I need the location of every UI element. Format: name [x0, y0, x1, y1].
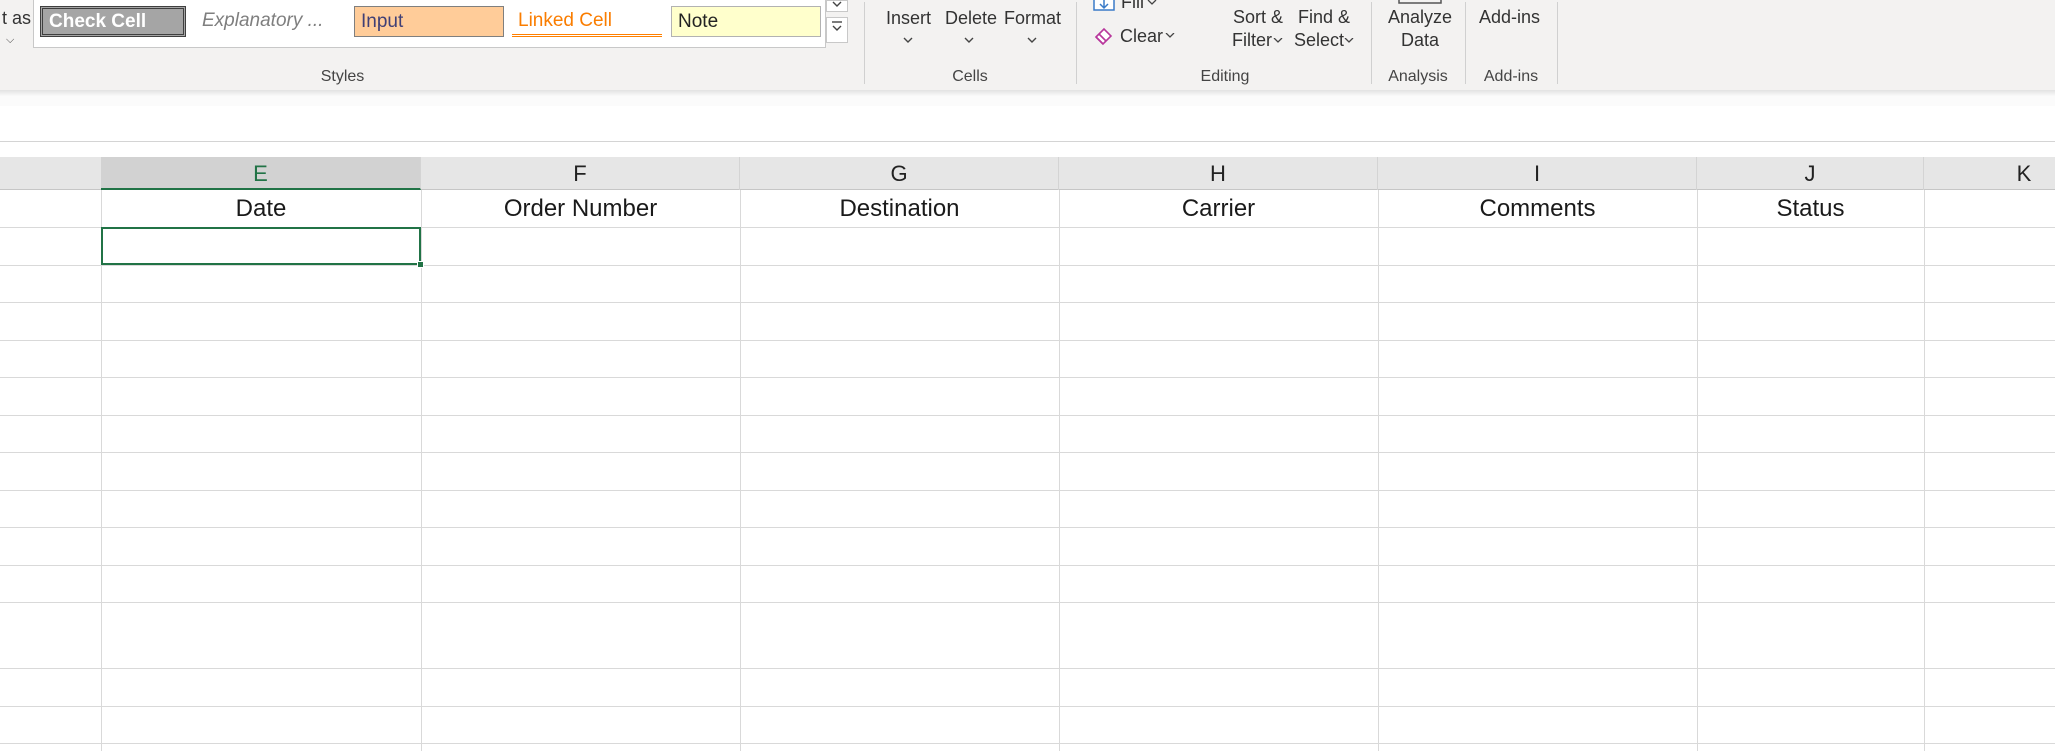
ribbon: t as ⌵ Check Cell Explanatory ... Input …	[0, 0, 2055, 91]
cell-e-header[interactable]: Date	[101, 190, 421, 227]
grid-line	[0, 527, 2055, 528]
add-ins-button[interactable]: Add-ins	[1479, 7, 1540, 28]
style-linked-cell[interactable]: Linked Cell	[512, 6, 662, 37]
group-separator	[1371, 2, 1372, 84]
cell-styles-gallery: Check Cell Explanatory ... Input Linked …	[33, 0, 826, 48]
column-header-bar: E F G H I J K	[0, 157, 2055, 190]
chevron-down-icon	[832, 1, 842, 7]
fill-down-icon	[1093, 0, 1115, 11]
grid-line	[740, 190, 741, 751]
style-check-cell[interactable]: Check Cell	[40, 6, 186, 37]
grid-line	[421, 190, 422, 751]
cell-h-header[interactable]: Carrier	[1059, 190, 1378, 227]
grid-line	[1697, 190, 1698, 751]
ribbon-shadow	[0, 90, 2055, 106]
column-header-i[interactable]: I	[1378, 157, 1697, 190]
active-cell[interactable]	[101, 227, 421, 265]
group-label-styles: Styles	[320, 68, 365, 85]
more-styles-icon	[832, 21, 842, 31]
column-header-e[interactable]: E	[101, 157, 421, 190]
worksheet-grid[interactable]: Date Order Number Destination Carrier Co…	[0, 190, 2055, 751]
column-header-j[interactable]: J	[1697, 157, 1924, 190]
grid-line	[0, 565, 2055, 566]
sort-filter-label-line1: Sort &	[1233, 7, 1284, 27]
group-separator	[1465, 2, 1466, 84]
insert-label: Insert	[886, 8, 932, 28]
cell-j-header[interactable]: Status	[1697, 190, 1924, 227]
fill-label: Fill	[1121, 0, 1144, 12]
grid-line	[101, 190, 102, 751]
grid-line	[0, 602, 2055, 603]
grid-line	[0, 302, 2055, 303]
group-label-analysis: Analysis	[1388, 68, 1448, 85]
chevron-down-icon	[1273, 38, 1283, 43]
grid-line	[0, 265, 2055, 266]
clear-label: Clear	[1120, 26, 1164, 46]
format-label: Format	[1004, 8, 1062, 28]
chevron-down-icon	[1147, 0, 1157, 5]
grid-line	[0, 706, 2055, 707]
chevron-down-icon	[1344, 38, 1354, 43]
analyze-label-line2: Data	[1401, 30, 1440, 50]
grid-line	[1924, 190, 1925, 751]
grid-line	[0, 743, 2055, 744]
find-select-label-line1: Find &	[1298, 7, 1351, 27]
analyze-label-line1: Analyze	[1388, 7, 1453, 27]
more-styles-button[interactable]	[826, 17, 848, 43]
grid-line	[0, 415, 2055, 416]
group-label-cells: Cells	[952, 68, 988, 85]
eraser-icon	[1094, 27, 1113, 46]
find-select-label-line2: Select	[1294, 30, 1345, 50]
chevron-down-icon	[903, 37, 913, 43]
group-separator	[1557, 2, 1558, 84]
column-header-f[interactable]: F	[421, 157, 740, 190]
chevron-down-icon	[1165, 33, 1175, 38]
grid-line	[0, 377, 2055, 378]
group-label-editing: Editing	[1200, 68, 1250, 85]
grid-line	[0, 668, 2055, 669]
style-explanatory[interactable]: Explanatory ...	[196, 6, 336, 37]
format-as-table-button-label[interactable]: t as	[2, 8, 31, 29]
style-input[interactable]: Input	[354, 6, 504, 37]
grid-line	[0, 452, 2055, 453]
cell-g-header[interactable]: Destination	[740, 190, 1059, 227]
sort-filter-label-line2: Filter	[1232, 30, 1272, 50]
delete-label: Delete	[945, 8, 998, 28]
formula-bar[interactable]	[0, 106, 2055, 142]
grid-line	[1378, 190, 1379, 751]
cell-f-header[interactable]: Order Number	[421, 190, 740, 227]
gallery-scroll-down-button[interactable]	[826, 0, 848, 12]
column-header-k[interactable]: K	[1924, 157, 2055, 190]
chevron-down-icon	[1027, 37, 1037, 43]
grid-line	[0, 490, 2055, 491]
fill-handle[interactable]	[417, 261, 424, 268]
chevron-down-icon	[964, 37, 974, 43]
group-label-add-ins: Add-ins	[1483, 68, 1539, 85]
style-note[interactable]: Note	[671, 6, 821, 37]
grid-line	[1059, 190, 1060, 751]
group-separator	[1076, 2, 1077, 84]
cell-i-header[interactable]: Comments	[1378, 190, 1697, 227]
grid-line	[0, 340, 2055, 341]
group-separator	[864, 2, 865, 84]
analyze-data-icon	[1398, 0, 1442, 4]
column-header-h[interactable]: H	[1059, 157, 1378, 190]
column-header-g[interactable]: G	[740, 157, 1059, 190]
chevron-down-icon[interactable]: ⌵	[6, 34, 14, 47]
